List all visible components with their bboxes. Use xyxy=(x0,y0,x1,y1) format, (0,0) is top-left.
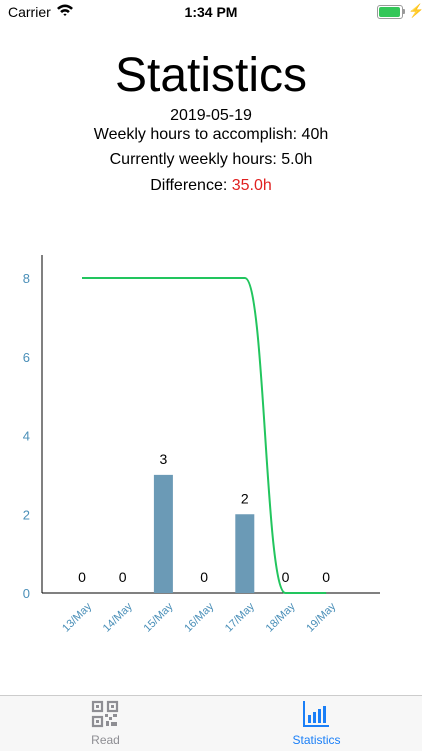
bar-chart-icon xyxy=(303,701,329,727)
battery-icon xyxy=(377,5,403,19)
qr-code-icon xyxy=(91,700,119,728)
x-tick-label: 14/May xyxy=(101,600,135,634)
bar xyxy=(153,474,173,593)
target-hours-line xyxy=(82,277,327,594)
tab-bar: Read Statistics xyxy=(0,695,422,751)
y-tick-label: 6 xyxy=(23,350,30,365)
bar-value-label: 0 xyxy=(78,569,86,585)
current-hours-text: Currently weekly hours: 5.0h xyxy=(109,151,313,168)
clock: 1:34 PM xyxy=(184,4,238,20)
y-tick-label: 2 xyxy=(23,507,30,522)
bar xyxy=(235,514,255,593)
current-date: 2019-05-19 xyxy=(170,107,252,124)
tab-read[interactable]: Read xyxy=(0,696,211,751)
x-tick-label: 18/May xyxy=(264,600,298,634)
x-tick-label: 17/May xyxy=(223,600,257,634)
tab-statistics-label: Statistics xyxy=(292,733,341,747)
y-tick-label: 0 xyxy=(23,586,30,601)
difference-value: 35.0h xyxy=(231,177,272,194)
battery-level xyxy=(379,7,400,17)
x-tick-label: 13/May xyxy=(60,600,94,634)
y-tick-label: 4 xyxy=(23,429,30,444)
page-title: Statistics xyxy=(114,49,308,102)
bar-value-label: 3 xyxy=(160,451,168,467)
bar-value-label: 0 xyxy=(200,569,208,585)
x-tick-label: 15/May xyxy=(142,600,176,634)
hours-chart: 0 2 4 6 8 0 0 3 0 2 0 0 13/May 14/May 15/May 16/May 17/M… xyxy=(23,255,380,635)
tab-statistics[interactable]: Statistics xyxy=(211,696,422,751)
bar-value-label: 0 xyxy=(282,569,290,585)
y-tick-label: 8 xyxy=(23,271,30,286)
tab-read-label: Read xyxy=(91,733,120,747)
difference-text: Difference: 35.0h xyxy=(0,177,422,195)
x-tick-label: 16/May xyxy=(182,600,216,634)
battery-tip xyxy=(403,9,405,14)
weekly-goal-text: Weekly hours to accomplish: 40h xyxy=(93,126,329,143)
difference-label: Difference: xyxy=(150,177,232,194)
charging-bolt-icon: ⚡ xyxy=(408,3,422,18)
x-tick-label: 19/May xyxy=(304,600,338,634)
bar-value-label: 2 xyxy=(241,490,249,506)
bar-value-label: 0 xyxy=(322,569,330,585)
status-bar: Carrier 1:34 PM ⚡ xyxy=(0,0,422,24)
bar-value-label: 0 xyxy=(119,569,127,585)
